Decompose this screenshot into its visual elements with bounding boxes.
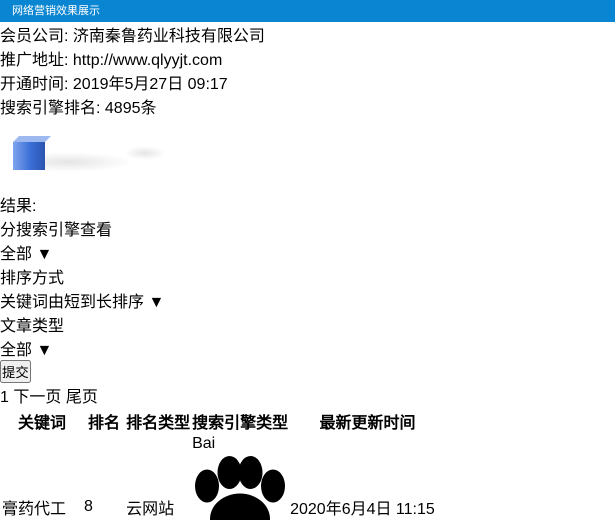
sort-select[interactable]: 关键词由短到长排序 ▼ xyxy=(0,288,615,312)
keyword-cell: 膏药代工 xyxy=(2,500,67,518)
article-type-select[interactable]: 全部 ▼ xyxy=(0,336,615,360)
engine-cell: Baidu百度 xyxy=(192,435,288,520)
chart-bar-green xyxy=(43,130,72,159)
filter-controls: 分搜索引擎查看 全部 ▼ 排序方式 关键词由短到长排序 ▼ 文章类型 全部 ▼ … xyxy=(0,216,615,383)
page-1-button[interactable]: 1 xyxy=(0,389,9,406)
page-title: 网络营销效果展示 xyxy=(12,5,100,17)
col-header-update-time: 最新更新时间 xyxy=(319,415,416,432)
ground-shadow xyxy=(124,146,166,160)
table-header-row: 关键词 排名 排名类型 搜索引擎类型 最新更新时间 xyxy=(2,409,445,433)
filter-bar: 结果: 分搜索引擎查看 全部 ▼ 排序方式 关键词由短到长排序 ▼ 文章类型 全… xyxy=(0,192,615,383)
pagination: 1 下一页 尾页 xyxy=(0,383,615,407)
result-label: 结果: xyxy=(0,198,37,215)
last-page-button[interactable]: 尾页 xyxy=(66,389,98,406)
col-header-engine-type: 搜索引擎类型 xyxy=(192,415,289,432)
col-header-rank: 排名 xyxy=(88,415,121,432)
member-info-section: 会员公司: 济南秦鲁药业科技有限公司 推广地址: http://www.qlyy… xyxy=(0,22,615,192)
col-header-keyword: 关键词 xyxy=(18,415,67,432)
chevron-down-icon: ▼ xyxy=(36,342,53,359)
engine-filter-label: 分搜索引擎查看 xyxy=(0,222,113,239)
window-title-bar: 网络营销效果展示 xyxy=(0,0,615,22)
article-type-label: 文章类型 xyxy=(0,318,65,335)
rank-type-cell: 云网站 xyxy=(126,500,175,518)
engine-select[interactable]: 全部 ▼ xyxy=(0,240,615,264)
submit-button[interactable]: 提交 xyxy=(0,360,31,383)
rank-cell: 8 xyxy=(84,435,124,520)
rank-link[interactable]: 8 xyxy=(84,498,93,515)
chart-bar-blue xyxy=(13,142,45,170)
chevron-down-icon: ▼ xyxy=(148,294,165,311)
chevron-down-icon: ▼ xyxy=(36,246,53,263)
sort-filter-label: 排序方式 xyxy=(0,270,65,287)
col-header-rank-type: 排名类型 xyxy=(126,415,191,432)
baidu-logo: Baidu百度 xyxy=(192,435,288,520)
update-time-cell: 2020年6月4日 11:15 xyxy=(290,500,435,518)
bar-chart-illustration xyxy=(0,30,175,190)
results-table: 关键词 排名 排名类型 搜索引擎类型 最新更新时间 膏药代工 8 云网站 Bai… xyxy=(0,407,447,520)
next-page-button[interactable]: 下一页 xyxy=(13,389,61,406)
table-row: 膏药代工 8 云网站 Baidu百度 2020年6月4日 11:15 xyxy=(2,435,445,520)
